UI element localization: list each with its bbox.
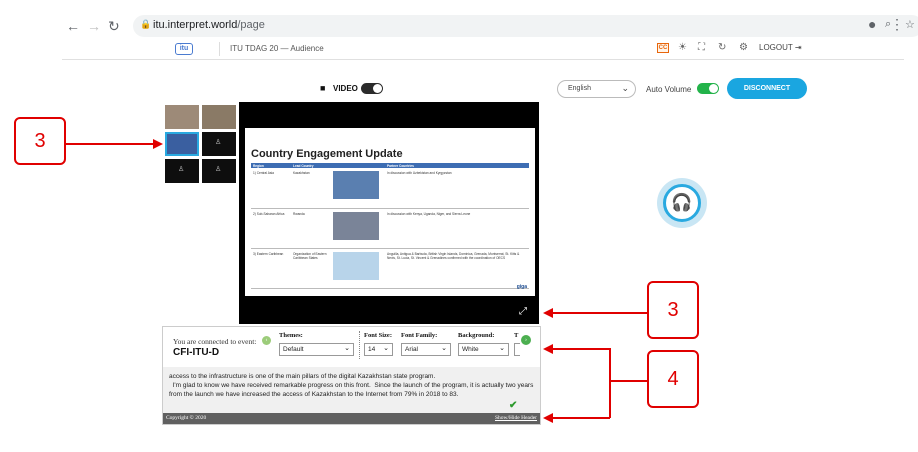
background-select[interactable]: White ⌄: [458, 343, 509, 356]
auto-volume-toggle[interactable]: [697, 83, 719, 94]
participant-thumbnail[interactable]: [165, 105, 199, 129]
chevron-down-icon: ⌄: [621, 83, 629, 93]
slide-photo: [333, 171, 379, 199]
audio-listening-indicator[interactable]: 🎧: [657, 178, 707, 228]
person-icon: ♙: [178, 166, 185, 173]
app-title: ITU TDAG 20 — Audience: [230, 44, 324, 53]
event-name: CFI-ITU-D: [173, 347, 220, 358]
participant-thumbnail[interactable]: ♙: [165, 159, 199, 183]
app-header: itu ITU TDAG 20 — Audience CC ☀ ⛶ ↻ ⚙ LO…: [62, 40, 904, 60]
callout-bracket: [609, 348, 611, 418]
arrowhead: [543, 344, 553, 354]
itu-logo: itu: [175, 43, 193, 55]
person-icon: ♙: [215, 139, 222, 146]
back-arrow-icon[interactable]: ←: [66, 18, 80, 34]
lock-icon: 🔒: [140, 19, 152, 29]
checkmark-icon: ✔: [509, 400, 518, 411]
fullscreen-icon[interactable]: ⤢: [519, 306, 527, 317]
disconnect-button[interactable]: DISCONNECT: [727, 78, 807, 99]
logout-button[interactable]: LOGOUT ⇥: [759, 43, 802, 52]
expand-icon[interactable]: ⛶: [698, 42, 705, 53]
slide-table: Region Lead Country Partner Countries 1)…: [251, 163, 529, 289]
chevron-down-icon: ⌄: [383, 345, 389, 352]
callout-right-top: 3: [647, 281, 699, 339]
giga-logo: giga: [516, 284, 527, 290]
font-family-label: Font Family:: [401, 332, 438, 339]
participant-thumbnail[interactable]: [202, 105, 236, 129]
participant-thumbnail[interactable]: ♙: [202, 159, 236, 183]
refresh-icon[interactable]: ↻: [718, 42, 726, 53]
callout-arrow: [553, 312, 647, 314]
headphones-icon: 🎧: [663, 184, 701, 222]
slide-map: [333, 251, 379, 280]
video-camera-icon: ■: [320, 83, 326, 93]
auto-volume-label: Auto Volume: [646, 85, 692, 94]
copyright-text: Copyright © 2020: [166, 415, 207, 421]
video-toggle[interactable]: [361, 83, 383, 94]
next-icon[interactable]: ›: [521, 335, 531, 345]
address-bar[interactable]: 🔒 itu.interpret.world/page ⌕ ☆: [133, 15, 918, 37]
arrowhead: [153, 139, 163, 149]
presentation-slide: Country Engagement Update Region Lead Co…: [245, 128, 535, 296]
caption-footer: Copyright © 2020 Show/Hide Header: [163, 413, 540, 424]
themes-label: Themes:: [279, 332, 303, 339]
language-select[interactable]: English ⌄: [557, 80, 636, 98]
forward-arrow-icon[interactable]: →: [87, 18, 101, 34]
callout-left: 3: [14, 117, 66, 165]
arrowhead: [543, 308, 553, 318]
arrowhead: [543, 413, 553, 423]
connected-label: You are connected to event:: [173, 337, 257, 346]
themes-select[interactable]: Default ⌄: [279, 343, 354, 356]
font-size-label: Font Size:: [364, 332, 392, 339]
kebab-menu-icon[interactable]: ⋮: [890, 16, 904, 32]
show-hide-header-link[interactable]: Show/Hide Header: [495, 415, 537, 421]
chevron-down-icon: ⌄: [344, 345, 350, 352]
brightness-icon[interactable]: ☀: [678, 42, 687, 53]
video-label: VIDEO: [333, 84, 358, 93]
person-icon: ♙: [215, 166, 222, 173]
browser-toolbar: ← → ↻ 🔒 itu.interpret.world/page ⌕ ☆ ● ⋮: [62, 12, 918, 40]
url-text: itu.interpret.world/page: [153, 19, 265, 31]
slide-title: Country Engagement Update: [251, 148, 403, 160]
header-divider: [219, 42, 220, 56]
text-color-select[interactable]: [514, 343, 520, 356]
participant-thumbnail-active[interactable]: [165, 132, 199, 156]
caption-panel: You are connected to event: ‹ CFI-ITU-D …: [162, 326, 541, 425]
chevron-down-icon: ⌄: [441, 345, 447, 352]
callout-right-bottom: 4: [647, 350, 699, 408]
closed-captions-button[interactable]: CC: [657, 43, 669, 53]
table-row: 1) Central Asia Kazakhstan In discussion…: [251, 168, 529, 209]
callout-arrow: [66, 143, 154, 145]
video-player[interactable]: Country Engagement Update Region Lead Co…: [239, 102, 539, 324]
chevron-down-icon: ⌄: [499, 345, 505, 352]
background-label: Background:: [458, 332, 495, 339]
font-size-select[interactable]: 14 ⌄: [364, 343, 393, 356]
profile-avatar-icon[interactable]: ●: [868, 16, 876, 32]
callout-arrow: [610, 380, 647, 382]
logout-icon: ⇥: [794, 43, 802, 52]
callout-arrow: [553, 348, 610, 350]
previous-icon[interactable]: ‹: [262, 336, 271, 345]
text-color-label: T: [514, 332, 519, 339]
table-row: 2) Sub-Saharan Africa Rwanda In discussi…: [251, 208, 529, 249]
table-row: 3) Eastern Caribbean Organization of Eas…: [251, 248, 529, 289]
caption-transcript: access to the infrastructure is one of t…: [163, 367, 540, 413]
slide-photo: [333, 211, 379, 240]
bookmark-star-icon[interactable]: ☆: [905, 18, 915, 31]
callout-arrow: [553, 417, 610, 419]
options-divider: [359, 331, 360, 359]
settings-gear-icon[interactable]: ⚙: [739, 42, 748, 53]
reload-icon[interactable]: ↻: [108, 18, 120, 34]
font-family-select[interactable]: Arial ⌄: [401, 343, 451, 356]
participant-thumbnail[interactable]: ♙: [202, 132, 236, 156]
